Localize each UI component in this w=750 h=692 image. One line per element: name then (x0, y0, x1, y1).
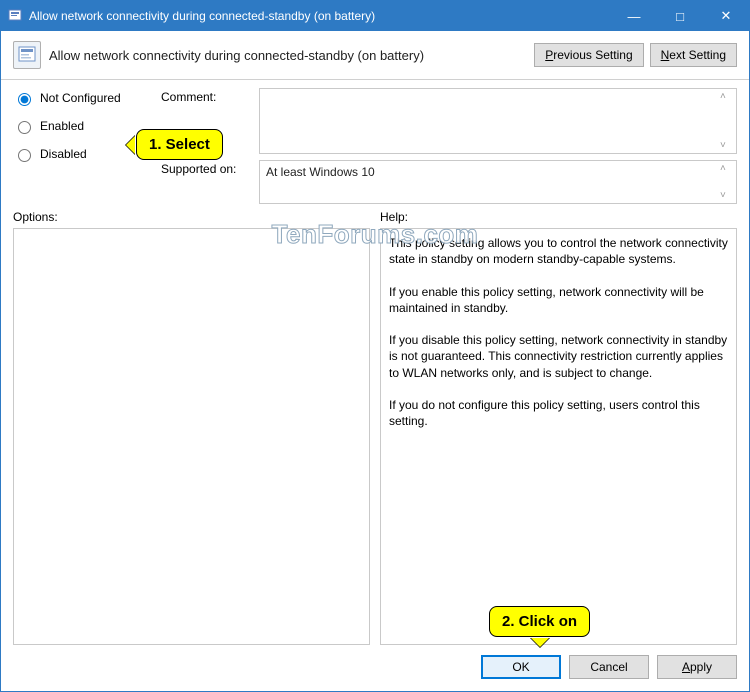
options-label: Options: (13, 210, 370, 224)
policy-dialog: Allow network connectivity during connec… (0, 0, 750, 692)
annotation-click-on: 2. Click on (489, 606, 590, 637)
scroll-down-icon[interactable]: ˅ (720, 190, 734, 201)
ok-button[interactable]: OK (481, 655, 561, 679)
help-panel: This policy setting allows you to contro… (380, 228, 737, 645)
setting-title: Allow network connectivity during connec… (49, 48, 526, 63)
window-controls: — □ ✕ (611, 1, 749, 31)
next-setting-button[interactable]: Next Setting (650, 43, 737, 67)
radio-enabled[interactable]: Enabled (13, 118, 153, 134)
options-panel (13, 228, 370, 645)
radio-not-configured-label: Not Configured (40, 91, 121, 105)
header-row: Allow network connectivity during connec… (1, 31, 749, 75)
title-bar[interactable]: Allow network connectivity during connec… (1, 1, 749, 31)
comment-textarea[interactable]: ˄˅ (259, 88, 737, 154)
maximize-button[interactable]: □ (657, 1, 703, 31)
close-button[interactable]: ✕ (703, 1, 749, 31)
help-label: Help: (380, 210, 737, 224)
comment-label: Comment: (161, 88, 251, 104)
radio-not-configured[interactable]: Not Configured (13, 90, 153, 106)
scroll-up-icon[interactable]: ˄ (720, 163, 734, 174)
radio-enabled-label: Enabled (40, 119, 84, 133)
cancel-button[interactable]: Cancel (569, 655, 649, 679)
policy-icon (7, 8, 23, 24)
radio-not-configured-input[interactable] (18, 93, 31, 106)
radio-disabled-input[interactable] (18, 149, 31, 162)
previous-setting-button[interactable]: Previous Setting (534, 43, 643, 67)
radio-enabled-input[interactable] (18, 121, 31, 134)
supported-on-box: At least Windows 10 ˄ ˅ (259, 160, 737, 204)
supported-label: Supported on: (161, 160, 251, 176)
scroll-up-icon[interactable]: ˄ (720, 91, 734, 102)
supported-on-value: At least Windows 10 (266, 165, 375, 179)
minimize-button[interactable]: — (611, 1, 657, 31)
radio-disabled-label: Disabled (40, 147, 87, 161)
scroll-down-icon[interactable]: ˅ (720, 140, 734, 151)
setting-icon (13, 41, 41, 69)
apply-button[interactable]: Apply (657, 655, 737, 679)
footer: OK Cancel Apply (1, 645, 749, 691)
annotation-select: 1. Select (136, 129, 223, 160)
window-title: Allow network connectivity during connec… (29, 9, 611, 23)
